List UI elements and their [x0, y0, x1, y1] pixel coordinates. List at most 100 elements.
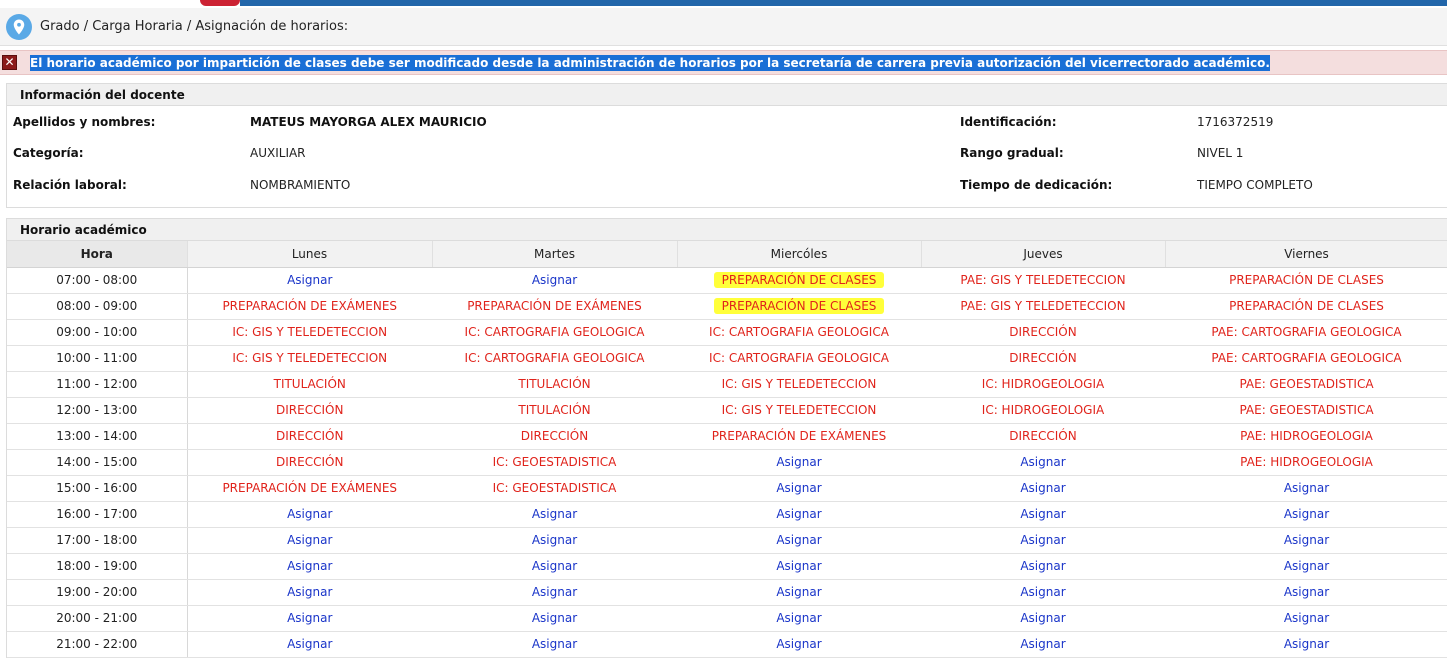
assigned-activity: IC: GIS Y TELEDETECCION	[721, 377, 877, 391]
cell-lunes: PREPARACIÓN DE EXÁMENES	[187, 475, 432, 502]
assigned-activity: DIRECCIÓN	[276, 455, 344, 469]
asignar-link[interactable]: Asignar	[532, 559, 577, 573]
breadcrumb-bar: Grado / Carga Horaria / Asignación de ho…	[0, 8, 1447, 46]
assigned-activity: PAE: HIDROGEOLOGIA	[1240, 455, 1373, 469]
assigned-activity: PAE: GEOESTADISTICA	[1239, 377, 1374, 391]
cell-lunes: Asignar	[187, 267, 432, 294]
asignar-link[interactable]: Asignar	[776, 455, 821, 469]
assigned-activity: PREPARACIÓN DE EXÁMENES	[222, 481, 398, 495]
cell-jueves: DIRECCIÓN	[921, 345, 1165, 372]
asignar-link[interactable]: Asignar	[776, 507, 821, 521]
horario-panel-title: Horario académico	[7, 219, 1447, 241]
asignar-link[interactable]: Asignar	[1284, 507, 1329, 521]
asignar-link[interactable]: Asignar	[776, 585, 821, 599]
asignar-link[interactable]: Asignar	[1020, 481, 1065, 495]
assigned-activity: DIRECCIÓN	[520, 429, 589, 443]
cell-miercoles: Asignar	[677, 579, 921, 606]
table-row: 09:00 - 10:00 IC: GIS Y TELEDETECCION IC: …	[7, 319, 1447, 346]
cell-lunes: Asignar	[187, 553, 432, 580]
cell-martes: Asignar	[432, 553, 677, 580]
cell-jueves: Asignar	[921, 449, 1165, 476]
asignar-link[interactable]: Asignar	[287, 559, 332, 573]
assigned-activity: PREPARACIÓN DE CLASES	[713, 298, 885, 314]
table-row: 19:00 - 20:00 Asignar Asignar Asignar Asigna…	[7, 579, 1447, 606]
asignar-link[interactable]: Asignar	[1020, 507, 1065, 521]
cell-viernes: PAE: HIDROGEOLOGIA	[1165, 423, 1447, 450]
table-row: 07:00 - 08:00 Asignar Asignar PREPARACIÓN D…	[7, 267, 1447, 294]
asignar-link[interactable]: Asignar	[532, 611, 577, 625]
asignar-link[interactable]: Asignar	[287, 637, 332, 651]
cell-viernes: PREPARACIÓN DE CLASES	[1165, 267, 1447, 294]
cell-jueves: DIRECCIÓN	[921, 319, 1165, 346]
assigned-activity: PREPARACIÓN DE EXÁMENES	[467, 299, 642, 313]
asignar-link[interactable]: Asignar	[532, 507, 577, 521]
asignar-link[interactable]: Asignar	[287, 611, 332, 625]
asignar-link[interactable]: Asignar	[1020, 533, 1065, 547]
asignar-link[interactable]: Asignar	[776, 533, 821, 547]
asignar-link[interactable]: Asignar	[1020, 611, 1065, 625]
table-row: 08:00 - 09:00 PREPARACIÓN DE EXÁMENES PREP…	[7, 293, 1447, 320]
table-row: 14:00 - 15:00 DIRECCIÓN IC: GEOESTADISTICA…	[7, 449, 1447, 476]
header-hora: Hora	[7, 241, 188, 268]
cell-martes: Asignar	[432, 527, 677, 554]
asignar-link[interactable]: Asignar	[532, 585, 577, 599]
asignar-link[interactable]: Asignar	[287, 533, 332, 547]
cell-miercoles: PREPARACIÓN DE EXÁMENES	[677, 423, 921, 450]
cell-martes: IC: CARTOGRAFIA GEOLOGICA	[432, 345, 677, 372]
asignar-link[interactable]: Asignar	[1284, 611, 1329, 625]
hora-cell: 19:00 - 20:00	[7, 579, 188, 606]
asignar-link[interactable]: Asignar	[1020, 455, 1065, 469]
asignar-link[interactable]: Asignar	[776, 637, 821, 651]
cell-martes: PREPARACIÓN DE EXÁMENES	[432, 293, 677, 320]
asignar-link[interactable]: Asignar	[1020, 637, 1065, 651]
assigned-activity: PREPARACIÓN DE CLASES	[713, 272, 885, 288]
cell-miercoles: IC: GIS Y TELEDETECCION	[677, 397, 921, 424]
assigned-activity: TITULACIÓN	[518, 377, 591, 391]
cell-viernes: PAE: CARTOGRAFIA GEOLOGICA	[1165, 319, 1447, 346]
cell-jueves: Asignar	[921, 527, 1165, 554]
hora-cell: 18:00 - 19:00	[7, 553, 188, 580]
nombres-label: Apellidos y nombres:	[13, 115, 156, 129]
cell-lunes: Asignar	[187, 501, 432, 528]
cell-viernes: Asignar	[1165, 605, 1447, 632]
hora-cell: 12:00 - 13:00	[7, 397, 188, 424]
assigned-activity: PAE: GEOESTADISTICA	[1239, 403, 1374, 417]
asignar-link[interactable]: Asignar	[1284, 481, 1329, 495]
asignar-link[interactable]: Asignar	[287, 585, 332, 599]
asignar-link[interactable]: Asignar	[776, 481, 821, 495]
asignar-link[interactable]: Asignar	[776, 611, 821, 625]
asignar-link[interactable]: Asignar	[532, 533, 577, 547]
cell-martes: Asignar	[432, 579, 677, 606]
close-icon[interactable]: ✕	[2, 55, 17, 70]
asignar-link[interactable]: Asignar	[1284, 585, 1329, 599]
cell-lunes: IC: GIS Y TELEDETECCION	[187, 319, 432, 346]
cell-lunes: Asignar	[187, 579, 432, 606]
asignar-link[interactable]: Asignar	[287, 507, 332, 521]
cell-viernes: Asignar	[1165, 579, 1447, 606]
relacion-value: NOMBRAMIENTO	[250, 178, 351, 192]
table-row: 13:00 - 14:00 DIRECCIÓN DIRECCIÓN PREPARACI…	[7, 423, 1447, 450]
asignar-link[interactable]: Asignar	[287, 273, 332, 287]
table-row: 10:00 - 11:00 IC: GIS Y TELEDETECCION IC: …	[7, 345, 1447, 372]
cell-miercoles: Asignar	[677, 631, 921, 658]
assigned-activity: PREPARACIÓN DE CLASES	[1229, 273, 1384, 287]
cell-miercoles: Asignar	[677, 553, 921, 580]
cell-miercoles: Asignar	[677, 501, 921, 528]
assigned-activity: TITULACIÓN	[518, 403, 591, 417]
cell-miercoles: PREPARACIÓN DE CLASES	[677, 267, 921, 294]
asignar-link[interactable]: Asignar	[776, 559, 821, 573]
cell-martes: Asignar	[432, 631, 677, 658]
assigned-activity: IC: CARTOGRAFIA GEOLOGICA	[709, 325, 889, 339]
asignar-link[interactable]: Asignar	[1284, 637, 1329, 651]
table-row: 20:00 - 21:00 Asignar Asignar Asignar Asigna…	[7, 605, 1447, 632]
rango-value: NIVEL 1	[1197, 146, 1244, 160]
asignar-link[interactable]: Asignar	[532, 637, 577, 651]
asignar-link[interactable]: Asignar	[1020, 559, 1065, 573]
asignar-link[interactable]: Asignar	[1284, 559, 1329, 573]
asignar-link[interactable]: Asignar	[1020, 585, 1065, 599]
table-row: 17:00 - 18:00 Asignar Asignar Asignar Asigna…	[7, 527, 1447, 554]
hora-cell: 09:00 - 10:00	[7, 319, 188, 346]
table-row: 11:00 - 12:00 TITULACIÓN TITULACIÓN IC: GIS…	[7, 371, 1447, 398]
asignar-link[interactable]: Asignar	[1284, 533, 1329, 547]
asignar-link[interactable]: Asignar	[532, 273, 577, 287]
